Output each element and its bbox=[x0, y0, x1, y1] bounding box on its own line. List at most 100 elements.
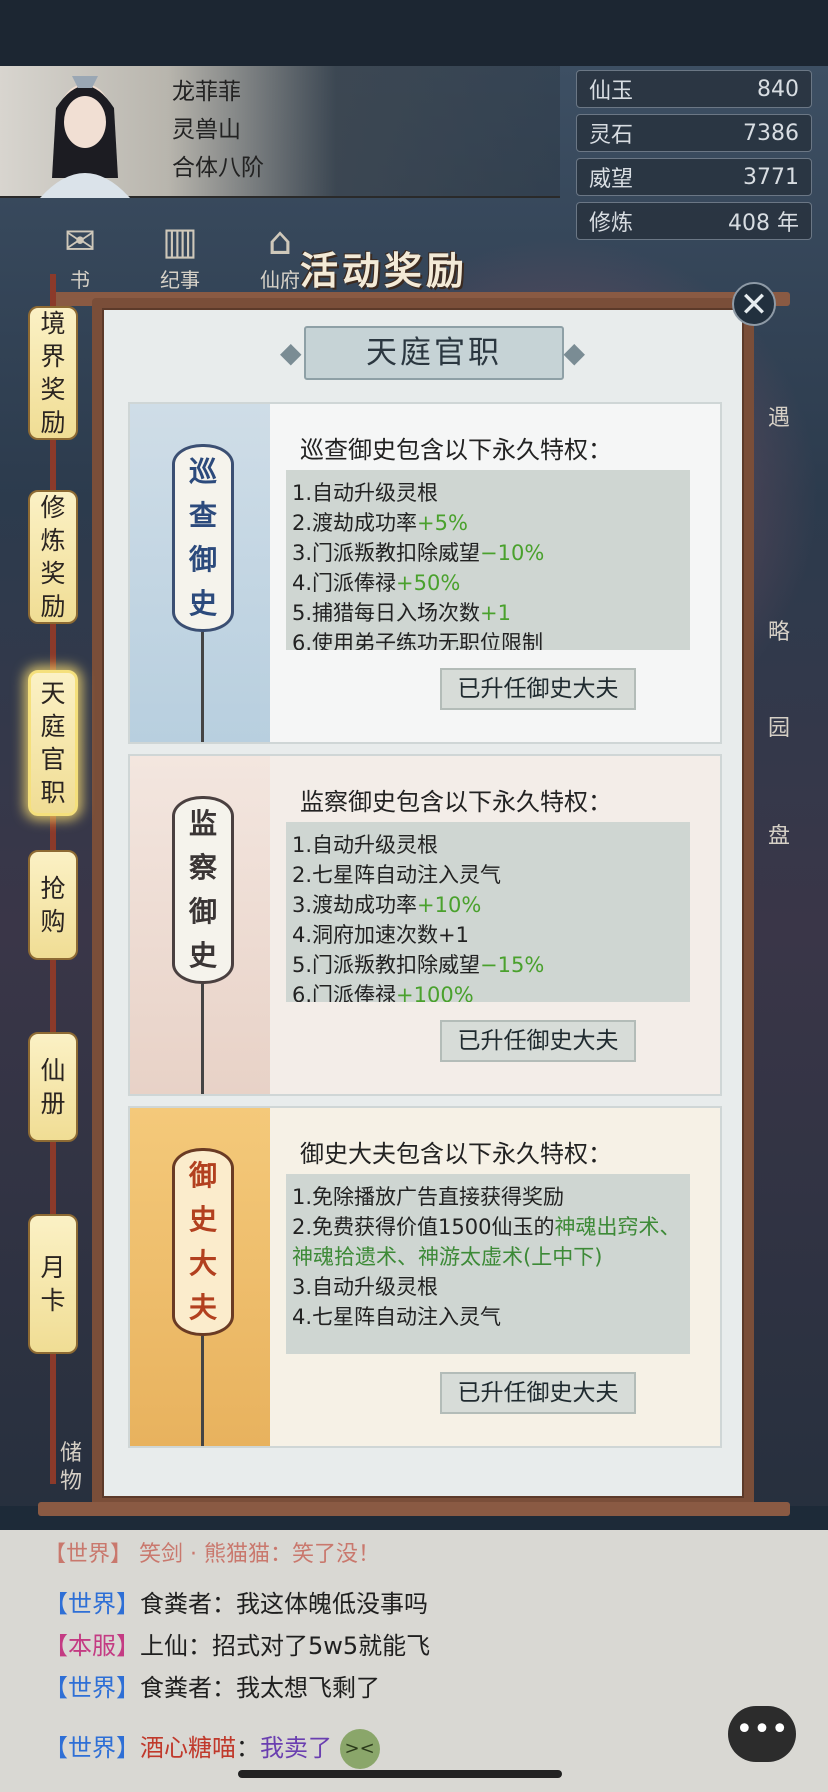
resource-weiwang: 威望 3771 bbox=[576, 158, 812, 196]
mail-label: 书 bbox=[70, 268, 90, 292]
perk-bonus: +10% bbox=[417, 893, 482, 917]
rank-plaque-char: 夫 bbox=[188, 1291, 217, 1324]
tab-realm-rewards[interactable]: 境界奖励 bbox=[28, 306, 78, 440]
perk-text: 4.洞府加速次数+1 bbox=[292, 923, 469, 947]
rank-card-body: 御史大夫包含以下永久特权： 1.免除播放广告直接获得奖励 2.免费获得价值150… bbox=[270, 1108, 720, 1446]
chat-more-button[interactable]: ••• bbox=[728, 1706, 796, 1762]
right-label: 遇 bbox=[768, 406, 791, 431]
perk-item: 4.门派俸禄+50% bbox=[292, 568, 684, 598]
card-heading: 监察御史包含以下永久特权： bbox=[300, 788, 612, 816]
rank-plaque-char: 史 bbox=[188, 587, 217, 620]
perk-item: 1.自动升级灵根 bbox=[292, 830, 684, 860]
card-heading: 御史大夫包含以下永久特权： bbox=[300, 1140, 612, 1168]
perk-text: 3.门派叛教扣除威望 bbox=[292, 541, 481, 565]
chronicle-button[interactable]: ▥ 纪事 bbox=[140, 218, 220, 294]
rank-card-xuncha: 巡 查 御 史 巡查御史包含以下永久特权： 1.自动升级灵根 2.渡劫成功率+5… bbox=[128, 402, 722, 744]
rank-plaque: 监 察 御 史 bbox=[172, 796, 234, 984]
chat-sender[interactable]: 食粪者 bbox=[140, 1590, 212, 1618]
perk-text: 5.门派叛教扣除威望 bbox=[292, 953, 481, 977]
perk-list[interactable]: 1.自动升级灵根 2.七星阵自动注入灵气 3.渡劫成功率+10% 4.洞府加速次… bbox=[286, 822, 690, 1002]
perk-text: 1.免除播放广告直接获得奖励 bbox=[292, 1185, 565, 1209]
resource-value: 840 bbox=[757, 76, 799, 102]
chat-sender[interactable]: 上仙 bbox=[140, 1632, 188, 1660]
rank-plaque-char: 大 bbox=[188, 1247, 217, 1280]
right-label: 略 bbox=[768, 620, 791, 645]
chronicle-label: 纪事 bbox=[160, 268, 200, 292]
perk-item: 4.洞府加速次数+1 bbox=[292, 920, 684, 950]
chat-sep: ： bbox=[236, 1734, 260, 1762]
status-bar bbox=[0, 0, 828, 66]
rank-card-art: 巡 查 御 史 bbox=[130, 404, 270, 742]
chat-channel: 【世界】 bbox=[44, 1590, 140, 1618]
perk-item: 2.免费获得价值1500仙玉的神魂出窍术、神魂拾遗术、神游太虚术(上中下) bbox=[292, 1212, 684, 1272]
rank-card-art: 监 察 御 史 bbox=[130, 756, 270, 1094]
chat-sender[interactable]: 酒心糖喵 bbox=[140, 1734, 236, 1762]
rank-plaque-char: 查 bbox=[188, 499, 217, 532]
perk-bonus: +50% bbox=[396, 571, 461, 595]
chat-sender[interactable]: 食粪者 bbox=[140, 1674, 212, 1702]
rank-plaque-char: 御 bbox=[188, 1159, 217, 1192]
player-avatar[interactable] bbox=[20, 68, 150, 198]
storage-label[interactable]: 储物 bbox=[60, 1440, 90, 1496]
tassel-cord bbox=[201, 632, 204, 742]
perk-item: 3.渡劫成功率+10% bbox=[292, 890, 684, 920]
perk-text: 1.自动升级灵根 bbox=[292, 481, 439, 505]
home-indicator[interactable] bbox=[238, 1770, 562, 1778]
letter-icon: ✉ bbox=[64, 219, 96, 263]
chat-line: 【世界】酒心糖喵：我卖了 >< bbox=[44, 1728, 380, 1769]
perk-list[interactable]: 1.自动升级灵根 2.渡劫成功率+5% 3.门派叛教扣除威望−10% 4.门派俸… bbox=[286, 470, 690, 650]
promoted-status-button[interactable]: 已升任御史大夫 bbox=[440, 668, 636, 710]
perk-item: 6.门派俸禄+100% bbox=[292, 980, 684, 1002]
rewards-panel: 天庭官职 巡 查 御 史 巡查御史包含以下永久特权： 1.自动升级灵根 2.渡劫… bbox=[92, 298, 754, 1508]
chat-message: 我卖了 bbox=[260, 1734, 332, 1762]
perk-bonus: +1 bbox=[480, 601, 512, 625]
rank-plaque-char: 监 bbox=[188, 807, 217, 840]
top-icon-row: ✉ 书 ▥ 纪事 ⌂ 仙府 bbox=[40, 218, 320, 294]
close-button[interactable]: ✕ bbox=[732, 282, 776, 326]
chat-channel: 【本服】 bbox=[44, 1632, 140, 1660]
perk-item: 3.门派叛教扣除威望−10% bbox=[292, 538, 684, 568]
perk-item: 1.免除播放广告直接获得奖励 bbox=[292, 1182, 684, 1212]
resource-value: 3771 bbox=[743, 164, 799, 190]
chat-message: 我这体魄低没事吗 bbox=[236, 1590, 428, 1618]
player-realm: 合体八阶 bbox=[172, 155, 264, 181]
perk-item: 2.七星阵自动注入灵气 bbox=[292, 860, 684, 890]
perk-text: 2.渡劫成功率 bbox=[292, 511, 418, 535]
promoted-status-button[interactable]: 已升任御史大夫 bbox=[440, 1020, 636, 1062]
rank-card-body: 监察御史包含以下永久特权： 1.自动升级灵根 2.七星阵自动注入灵气 3.渡劫成… bbox=[270, 756, 720, 1094]
resource-label: 威望 bbox=[589, 167, 634, 192]
tab-heavenly-office[interactable]: 天庭官职 bbox=[28, 670, 78, 816]
perk-bonus: +100% bbox=[396, 983, 474, 1002]
book-icon: ▥ bbox=[162, 219, 198, 263]
card-heading: 巡查御史包含以下永久特权： bbox=[300, 436, 612, 464]
right-label: 盘 bbox=[768, 824, 791, 849]
right-label: 园 bbox=[768, 716, 791, 741]
resource-label: 仙玉 bbox=[589, 79, 634, 104]
rank-plaque-char: 御 bbox=[188, 895, 217, 928]
perk-list[interactable]: 1.免除播放广告直接获得奖励 2.免费获得价值1500仙玉的神魂出窍术、神魂拾遗… bbox=[286, 1174, 690, 1354]
rank-plaque-char: 史 bbox=[188, 939, 217, 972]
tab-immortal-book[interactable]: 仙册 bbox=[28, 1032, 78, 1142]
perk-item: 5.门派叛教扣除威望−15% bbox=[292, 950, 684, 980]
perk-text: 6.使用弟子练功无职位限制 bbox=[292, 631, 544, 650]
chat-sep: ： bbox=[188, 1632, 212, 1660]
tab-cultivation-rewards[interactable]: 修炼奖励 bbox=[28, 490, 78, 624]
chat-line: 【本服】上仙：招式对了5w5就能飞 bbox=[44, 1626, 430, 1661]
section-title: 天庭官职 bbox=[280, 326, 588, 380]
chat-channel: 【世界】 bbox=[44, 1674, 140, 1702]
tab-flash-sale[interactable]: 抢购 bbox=[28, 850, 78, 960]
promoted-status-button[interactable]: 已升任御史大夫 bbox=[440, 1372, 636, 1414]
perk-text: 3.渡劫成功率 bbox=[292, 893, 418, 917]
perk-bonus: −10% bbox=[480, 541, 545, 565]
resource-xiulian: 修炼 408 年 bbox=[576, 202, 812, 240]
perk-text: 1.自动升级灵根 bbox=[292, 833, 439, 857]
chat-message: 我太想飞剩了 bbox=[236, 1674, 380, 1702]
perk-text: 2.七星阵自动注入灵气 bbox=[292, 863, 502, 887]
rank-plaque-char: 御 bbox=[188, 543, 217, 576]
tab-monthly-card[interactable]: 月卡 bbox=[28, 1214, 78, 1354]
player-name: 龙菲菲 bbox=[172, 79, 241, 105]
player-sect: 灵兽山 bbox=[172, 117, 241, 143]
rank-card-jiancha: 监 察 御 史 监察御史包含以下永久特权： 1.自动升级灵根 2.七星阵自动注入… bbox=[128, 754, 722, 1096]
perk-text: 4.七星阵自动注入灵气 bbox=[292, 1305, 502, 1329]
resource-label: 灵石 bbox=[589, 123, 634, 148]
